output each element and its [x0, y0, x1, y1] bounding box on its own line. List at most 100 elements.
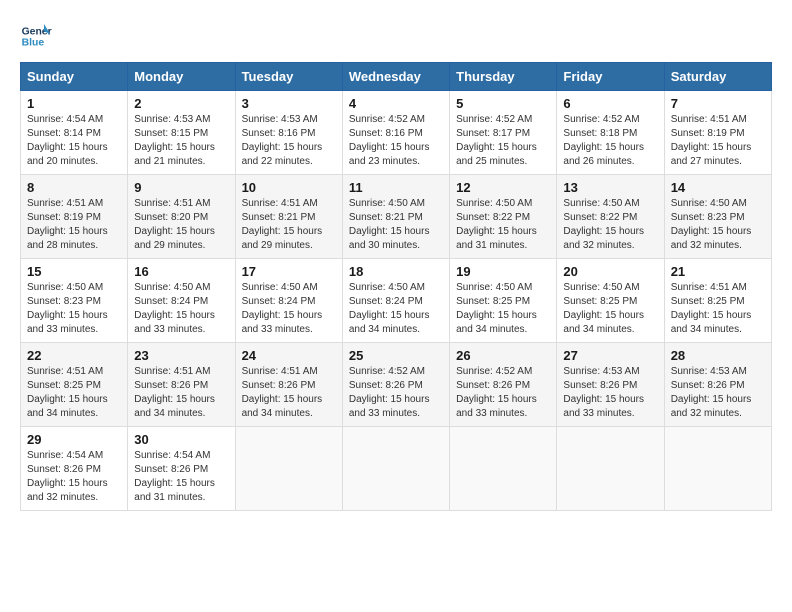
day-info: Sunrise: 4:52 AMSunset: 8:26 PMDaylight:…: [456, 365, 550, 421]
calendar-cell: 19 Sunrise: 4:50 AMSunset: 8:25 PMDayligh…: [450, 259, 557, 343]
calendar-cell: 7Sunrise: 4:51 AMSunset: 8:19 PMDaylight…: [664, 91, 771, 175]
calendar-week-row: 22 Sunrise: 4:51 AMSunset: 8:25 PMDayligh…: [21, 343, 772, 427]
calendar-cell: 29 Sunrise: 4:54 AMSunset: 8:26 PMDayligh…: [21, 427, 128, 511]
day-info: Sunrise: 4:52 AMSunset: 8:18 PMDaylight:…: [563, 113, 657, 169]
day-info: Sunrise: 4:53 AMSunset: 8:16 PMDaylight:…: [242, 113, 336, 169]
day-number: 5: [456, 96, 550, 111]
header: General Blue: [20, 20, 772, 52]
calendar-cell: 28 Sunrise: 4:53 AMSunset: 8:26 PMDayligh…: [664, 343, 771, 427]
day-number: 9: [134, 180, 228, 195]
calendar-cell: 20 Sunrise: 4:50 AMSunset: 8:25 PMDayligh…: [557, 259, 664, 343]
day-info: Sunrise: 4:51 AMSunset: 8:25 PMDaylight:…: [27, 365, 121, 421]
day-info: Sunrise: 4:54 AMSunset: 8:26 PMDaylight:…: [27, 449, 121, 505]
svg-text:Blue: Blue: [22, 38, 45, 49]
header-row: Sunday Monday Tuesday Wednesday Thursday…: [21, 63, 772, 91]
day-number: 24: [242, 348, 336, 363]
day-info: Sunrise: 4:51 AMSunset: 8:25 PMDaylight:…: [671, 281, 765, 337]
day-number: 29: [27, 432, 121, 447]
calendar-cell: 30Sunrise: 4:54 AMSunset: 8:26 PMDayligh…: [128, 427, 235, 511]
day-number: 8: [27, 180, 121, 195]
day-number: 10: [242, 180, 336, 195]
calendar-table: Sunday Monday Tuesday Wednesday Thursday…: [20, 62, 772, 511]
calendar-cell: 8 Sunrise: 4:51 AMSunset: 8:19 PMDaylight…: [21, 175, 128, 259]
calendar-week-row: 1 Sunrise: 4:54 AMSunset: 8:14 PMDaylight…: [21, 91, 772, 175]
day-info: Sunrise: 4:53 AMSunset: 8:15 PMDaylight:…: [134, 113, 228, 169]
day-info: Sunrise: 4:51 AMSunset: 8:19 PMDaylight:…: [27, 197, 121, 253]
day-info: Sunrise: 4:50 AMSunset: 8:22 PMDaylight:…: [456, 197, 550, 253]
day-number: 6: [563, 96, 657, 111]
day-number: 2: [134, 96, 228, 111]
header-friday: Friday: [557, 63, 664, 91]
day-number: 21: [671, 264, 765, 279]
day-number: 4: [349, 96, 443, 111]
day-number: 23: [134, 348, 228, 363]
calendar-cell: 6 Sunrise: 4:52 AMSunset: 8:18 PMDaylight…: [557, 91, 664, 175]
calendar-cell: 16 Sunrise: 4:50 AMSunset: 8:24 PMDayligh…: [128, 259, 235, 343]
day-number: 30: [134, 432, 228, 447]
calendar-cell: [235, 427, 342, 511]
calendar-cell: 15 Sunrise: 4:50 AMSunset: 8:23 PMDayligh…: [21, 259, 128, 343]
day-info: Sunrise: 4:50 AMSunset: 8:24 PMDaylight:…: [242, 281, 336, 337]
calendar-cell: 23Sunrise: 4:51 AMSunset: 8:26 PMDayligh…: [128, 343, 235, 427]
calendar-cell: 11Sunrise: 4:50 AMSunset: 8:21 PMDayligh…: [342, 175, 449, 259]
calendar-cell: 3 Sunrise: 4:53 AMSunset: 8:16 PMDaylight…: [235, 91, 342, 175]
day-info: Sunrise: 4:53 AMSunset: 8:26 PMDaylight:…: [563, 365, 657, 421]
day-number: 20: [563, 264, 657, 279]
calendar-cell: [664, 427, 771, 511]
day-number: 22: [27, 348, 121, 363]
calendar-cell: 27 Sunrise: 4:53 AMSunset: 8:26 PMDayligh…: [557, 343, 664, 427]
calendar-cell: 14 Sunrise: 4:50 AMSunset: 8:23 PMDayligh…: [664, 175, 771, 259]
day-number: 28: [671, 348, 765, 363]
day-info: Sunrise: 4:52 AMSunset: 8:17 PMDaylight:…: [456, 113, 550, 169]
day-number: 14: [671, 180, 765, 195]
day-info: Sunrise: 4:54 AMSunset: 8:14 PMDaylight:…: [27, 113, 121, 169]
day-info: Sunrise: 4:50 AMSunset: 8:23 PMDaylight:…: [27, 281, 121, 337]
calendar-cell: 17 Sunrise: 4:50 AMSunset: 8:24 PMDayligh…: [235, 259, 342, 343]
day-info: Sunrise: 4:50 AMSunset: 8:25 PMDaylight:…: [563, 281, 657, 337]
logo-icon: General Blue: [20, 20, 52, 52]
page-container: General Blue Sunday Monday Tuesday Wedne…: [20, 20, 772, 511]
day-number: 17: [242, 264, 336, 279]
calendar-cell: 10 Sunrise: 4:51 AMSunset: 8:21 PMDayligh…: [235, 175, 342, 259]
calendar-cell: 12 Sunrise: 4:50 AMSunset: 8:22 PMDayligh…: [450, 175, 557, 259]
day-number: 27: [563, 348, 657, 363]
calendar-cell: 9 Sunrise: 4:51 AMSunset: 8:20 PMDaylight…: [128, 175, 235, 259]
day-info: Sunrise: 4:50 AMSunset: 8:22 PMDaylight:…: [563, 197, 657, 253]
calendar-cell: 5 Sunrise: 4:52 AMSunset: 8:17 PMDaylight…: [450, 91, 557, 175]
calendar-cell: 22 Sunrise: 4:51 AMSunset: 8:25 PMDayligh…: [21, 343, 128, 427]
day-info: Sunrise: 4:50 AMSunset: 8:23 PMDaylight:…: [671, 197, 765, 253]
day-number: 13: [563, 180, 657, 195]
calendar-cell: [557, 427, 664, 511]
day-number: 19: [456, 264, 550, 279]
header-saturday: Saturday: [664, 63, 771, 91]
day-number: 12: [456, 180, 550, 195]
day-info: Sunrise: 4:50 AMSunset: 8:25 PMDaylight:…: [456, 281, 550, 337]
day-info: Sunrise: 4:51 AMSunset: 8:26 PMDaylight:…: [242, 365, 336, 421]
day-number: 16: [134, 264, 228, 279]
calendar-cell: 24 Sunrise: 4:51 AMSunset: 8:26 PMDayligh…: [235, 343, 342, 427]
day-number: 3: [242, 96, 336, 111]
day-number: 1: [27, 96, 121, 111]
logo: General Blue: [20, 20, 56, 52]
header-monday: Monday: [128, 63, 235, 91]
day-info: Sunrise: 4:51 AMSunset: 8:20 PMDaylight:…: [134, 197, 228, 253]
header-tuesday: Tuesday: [235, 63, 342, 91]
calendar-cell: 1 Sunrise: 4:54 AMSunset: 8:14 PMDaylight…: [21, 91, 128, 175]
day-info: Sunrise: 4:51 AMSunset: 8:21 PMDaylight:…: [242, 197, 336, 253]
calendar-cell: 26 Sunrise: 4:52 AMSunset: 8:26 PMDayligh…: [450, 343, 557, 427]
day-info: Sunrise: 4:50 AMSunset: 8:24 PMDaylight:…: [134, 281, 228, 337]
calendar-cell: 2 Sunrise: 4:53 AMSunset: 8:15 PMDaylight…: [128, 91, 235, 175]
calendar-cell: 25Sunrise: 4:52 AMSunset: 8:26 PMDayligh…: [342, 343, 449, 427]
calendar-cell: 21 Sunrise: 4:51 AMSunset: 8:25 PMDayligh…: [664, 259, 771, 343]
day-number: 7: [671, 96, 765, 111]
calendar-week-row: 29 Sunrise: 4:54 AMSunset: 8:26 PMDayligh…: [21, 427, 772, 511]
day-info: Sunrise: 4:53 AMSunset: 8:26 PMDaylight:…: [671, 365, 765, 421]
day-number: 25: [349, 348, 443, 363]
header-thursday: Thursday: [450, 63, 557, 91]
calendar-week-row: 8 Sunrise: 4:51 AMSunset: 8:19 PMDaylight…: [21, 175, 772, 259]
day-number: 26: [456, 348, 550, 363]
day-number: 15: [27, 264, 121, 279]
calendar-cell: [450, 427, 557, 511]
day-info: Sunrise: 4:50 AMSunset: 8:21 PMDaylight:…: [349, 197, 443, 253]
day-info: Sunrise: 4:50 AMSunset: 8:24 PMDaylight:…: [349, 281, 443, 337]
